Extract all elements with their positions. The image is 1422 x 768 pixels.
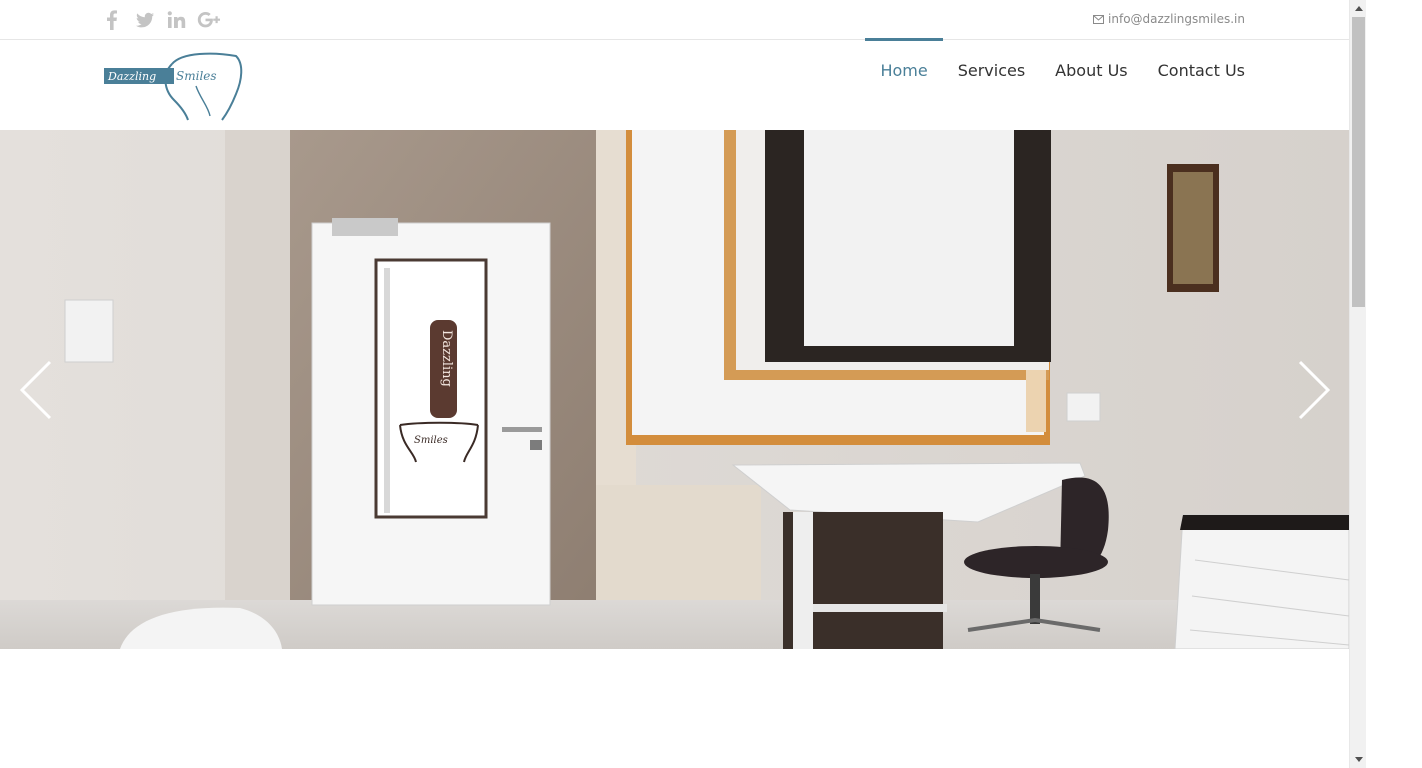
nav-about-us[interactable]: About Us <box>1040 40 1142 100</box>
nav-home[interactable]: Home <box>865 38 943 100</box>
facebook-icon[interactable] <box>100 6 126 34</box>
site-logo[interactable]: Dazzling Smiles <box>104 50 244 124</box>
site-header: Dazzling Smiles Home Services About Us C… <box>0 38 1349 130</box>
logo-word-1: Dazzling <box>107 70 156 83</box>
clinic-room-photo: Dazzling Smiles <box>0 130 1349 649</box>
nav-contact-us[interactable]: Contact Us <box>1143 40 1245 100</box>
logo-word-2: Smiles <box>176 69 217 83</box>
social-links <box>100 6 222 34</box>
chevron-left-icon[interactable] <box>18 360 58 420</box>
page: info@dazzlingsmiles.in Dazzling Smiles H… <box>0 0 1349 768</box>
top-bar: info@dazzlingsmiles.in <box>0 0 1349 40</box>
door-sign-text: Dazzling <box>439 330 454 387</box>
door-sign-sub: Smiles <box>414 435 448 446</box>
envelope-icon <box>1093 14 1105 24</box>
google-plus-icon[interactable] <box>196 6 222 34</box>
main-nav: Home Services About Us Contact Us <box>865 38 1245 100</box>
twitter-icon[interactable] <box>132 6 158 34</box>
chevron-right-icon[interactable] <box>1292 360 1332 420</box>
hero-slider: Dazzling Smiles <box>0 130 1349 649</box>
scroll-down-arrow-icon[interactable] <box>1350 751 1367 768</box>
email-text: info@dazzlingsmiles.in <box>1108 12 1245 26</box>
scroll-up-arrow-icon[interactable] <box>1350 0 1367 17</box>
page-scrollbar[interactable] <box>1349 0 1366 768</box>
email-link[interactable]: info@dazzlingsmiles.in <box>1093 12 1245 26</box>
scrollbar-thumb[interactable] <box>1352 17 1365 307</box>
nav-services[interactable]: Services <box>943 40 1040 100</box>
linkedin-icon[interactable] <box>164 6 190 34</box>
